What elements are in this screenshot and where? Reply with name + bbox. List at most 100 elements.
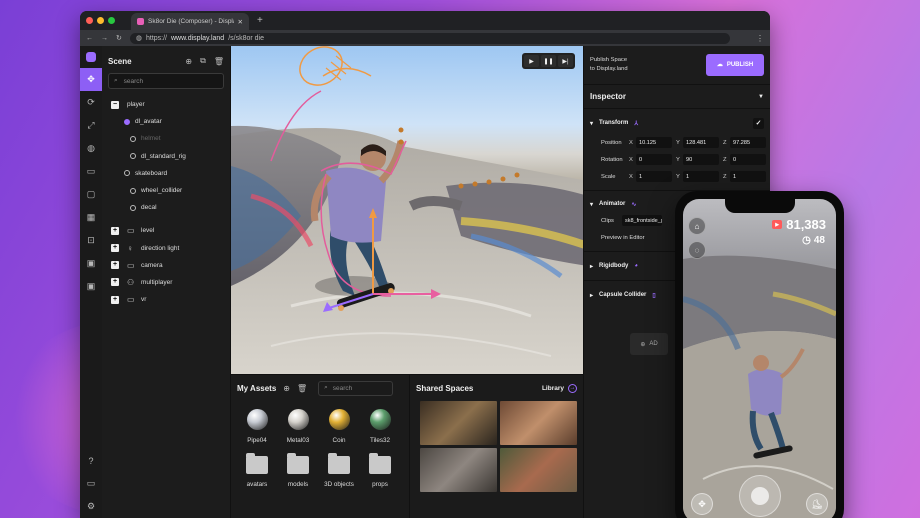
chevron-down-icon[interactable]: ▼ — [758, 94, 764, 100]
collapse-icon[interactable]: − — [111, 100, 119, 109]
scene-tree-item[interactable]: + ▭ vr — [102, 291, 230, 308]
expand-icon[interactable]: + — [111, 278, 119, 287]
expand-icon[interactable]: + — [111, 295, 119, 304]
asset-item[interactable]: Metal03 — [278, 409, 318, 453]
position-z-field[interactable]: 97.285 — [730, 137, 766, 148]
move-tool-icon[interactable]: ✥ — [80, 68, 102, 91]
settings-icon[interactable]: ⚙ — [80, 495, 102, 518]
phone-joystick[interactable] — [738, 475, 781, 517]
assets-title: My Assets — [237, 383, 277, 393]
add-asset-icon[interactable]: ⊕ — [283, 384, 290, 393]
add-object-icon[interactable]: ⊕ — [185, 57, 192, 66]
shared-space-thumbnail[interactable] — [420, 401, 497, 445]
scene-tree-label: vr — [141, 296, 147, 304]
scene-tree-item[interactable]: + ▭ level — [102, 222, 230, 239]
rotate-tool-icon[interactable]: ⟳ — [80, 91, 102, 114]
rigidbody-label: Rigidbody — [599, 263, 629, 269]
rotation-x-field[interactable]: 0 — [636, 154, 672, 165]
asset-item[interactable]: avatars — [237, 453, 277, 497]
vr-icon[interactable]: ▣ — [80, 275, 102, 298]
delete-asset-icon[interactable]: 🗑 — [297, 384, 307, 393]
duplicate-icon[interactable]: ⧉ — [200, 56, 206, 66]
minimize-window-dot[interactable] — [97, 17, 104, 24]
scene-tree-label: direction light — [141, 244, 180, 252]
shared-space-thumbnail[interactable] — [420, 448, 497, 492]
rotation-y-field[interactable]: 90 — [683, 154, 719, 165]
new-tab-icon[interactable]: + — [257, 15, 263, 26]
feedback-icon[interactable]: ▭ — [80, 472, 102, 495]
scene-tree-item[interactable]: helmet — [102, 130, 230, 147]
phone-skate-icon[interactable]: ⛸ — [806, 493, 828, 515]
expand-icon[interactable]: + — [111, 226, 119, 235]
scene-tree-item[interactable]: skateboard — [102, 165, 230, 182]
library-link[interactable]: Library — [542, 385, 564, 392]
scene-tree-item[interactable]: + ▭ camera — [102, 257, 230, 274]
phone-home-icon[interactable]: ⌂ — [688, 217, 706, 235]
transform-enabled-checkbox[interactable]: ✓ — [753, 117, 764, 129]
ar-icon[interactable]: ▣ — [80, 252, 102, 275]
add-component-button[interactable]: ⊕ AD — [630, 333, 668, 355]
browser-menu-icon[interactable]: ⋮ — [756, 34, 764, 43]
asset-item[interactable]: Tiles32 — [360, 409, 400, 453]
position-row: Position X 10.125 Y 128.481 Z 97.285 — [584, 134, 770, 151]
position-x-field[interactable]: 10.125 — [636, 137, 672, 148]
library-arrow-icon[interactable]: → — [568, 383, 577, 393]
close-window-dot[interactable] — [86, 17, 93, 24]
reload-icon[interactable]: ↻ — [116, 34, 122, 42]
play-icon[interactable]: ▶ — [524, 55, 539, 67]
comment-icon[interactable]: ▭ — [80, 160, 102, 183]
publish-line-1: Publish Space — [590, 57, 628, 63]
maximize-window-dot[interactable] — [108, 17, 115, 24]
scene-tree-item[interactable]: decal — [102, 199, 230, 216]
expand-icon[interactable]: + — [111, 261, 119, 270]
scene-tree-item[interactable]: + ⚇ multiplayer — [102, 274, 230, 291]
shared-space-thumbnail[interactable] — [500, 401, 577, 445]
folder-icon — [328, 453, 350, 474]
import-icon[interactable]: ⊡ — [80, 229, 102, 252]
asset-item[interactable]: 3D objects — [319, 453, 359, 497]
forward-icon[interactable]: → — [101, 35, 108, 42]
scale-x-field[interactable]: 1 — [636, 171, 672, 182]
back-icon[interactable]: ← — [86, 35, 93, 42]
assets-search-input[interactable]: ⌕ search — [318, 380, 394, 396]
clips-select[interactable]: sk8_frontside_grab — [622, 215, 662, 226]
scale-tool-icon[interactable]: ⤢ — [80, 114, 102, 137]
layout-icon[interactable]: ▦ — [80, 206, 102, 229]
scale-z-field[interactable]: 1 — [730, 171, 766, 182]
scene-tree-item[interactable]: wheel_collider — [102, 182, 230, 199]
browser-tab[interactable]: Sk8or Die (Composer) - Display.land ✕ — [131, 13, 249, 30]
expand-icon[interactable]: + — [111, 244, 119, 253]
url-field[interactable]: ◍ https:// www.display.land/s/sk8or die — [129, 32, 730, 44]
app-logo-icon[interactable] — [86, 52, 96, 62]
transform-section-header[interactable]: ▾ Transform ⅄ ✓ — [584, 115, 770, 131]
delete-icon[interactable]: 🗑 — [214, 57, 224, 66]
node-type-icon: ▭ — [127, 226, 135, 236]
shared-space-thumbnail[interactable] — [500, 448, 577, 492]
help-icon[interactable]: ? — [80, 449, 102, 472]
publish-button[interactable]: ☁ PUBLISH — [706, 54, 764, 76]
scene-tree-item[interactable]: − player — [102, 96, 230, 113]
asset-item[interactable]: props — [360, 453, 400, 497]
preview-in-editor-label[interactable]: Preview in Editor — [601, 235, 645, 241]
phone-move-icon[interactable]: ✥ — [691, 493, 713, 515]
scene-search-input[interactable]: ⌕ search — [108, 73, 224, 89]
scene-tree-label: player — [127, 101, 145, 109]
scene-tree-item[interactable]: dl_avatar — [102, 113, 230, 130]
scene-tree-item[interactable]: dl_standard_rig — [102, 148, 230, 165]
tab-close-icon[interactable]: ✕ — [238, 18, 243, 26]
asset-item[interactable]: Pipe04 — [237, 409, 277, 453]
pause-icon[interactable]: ❚❚ — [541, 55, 556, 67]
scale-y-field[interactable]: 1 — [683, 171, 719, 182]
asset-item[interactable]: Coin — [319, 409, 359, 453]
scene-tree-label: camera — [141, 261, 163, 269]
scene-tree-item[interactable]: + ♀ direction light — [102, 240, 230, 257]
next-frame-icon[interactable]: ▶| — [558, 55, 573, 67]
globe-icon[interactable]: ◍ — [80, 137, 102, 160]
rotation-z-field[interactable]: 0 — [730, 154, 766, 165]
phone-chat-icon[interactable]: ◌ — [688, 241, 706, 259]
scene-viewport[interactable]: ▶ ❚❚ ▶| — [231, 46, 583, 374]
cloud-upload-icon: ☁ — [716, 61, 723, 68]
asset-item[interactable]: models — [278, 453, 318, 497]
chat-icon[interactable]: ▢ — [80, 183, 102, 206]
position-y-field[interactable]: 128.481 — [683, 137, 719, 148]
